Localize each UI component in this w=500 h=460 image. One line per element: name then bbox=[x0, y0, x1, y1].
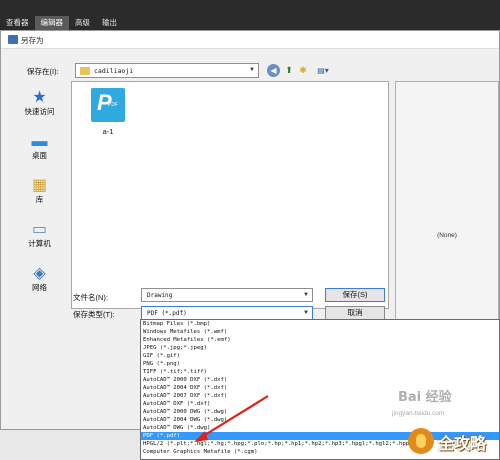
file-name: a-1 bbox=[102, 127, 114, 136]
places-item[interactable]: ▦ 库 bbox=[10, 177, 69, 205]
dialog-title: 另存为 bbox=[21, 36, 44, 45]
app-menu-tabs: 查看器 编辑器 高级 输出 bbox=[0, 16, 123, 30]
logo-mark-icon bbox=[408, 428, 434, 454]
dialog-titlebar: 另存为 bbox=[1, 31, 499, 49]
watermark-text: Bai 经验 bbox=[398, 390, 452, 405]
lookin-label: 保存在(I): bbox=[27, 67, 59, 76]
lookin-value: cadiliaoji bbox=[94, 67, 134, 75]
chevron-down-icon: ▼ bbox=[249, 67, 255, 73]
filename-input[interactable]: Drawing ▼ bbox=[141, 288, 313, 302]
places-item-label: 桌面 bbox=[32, 151, 47, 160]
app-icon bbox=[8, 35, 18, 44]
filetype-option[interactable]: JPEG (*.jpg;*.jpeg) bbox=[141, 344, 499, 352]
filename-label: 文件名(N): bbox=[73, 293, 108, 302]
star-icon: ★ bbox=[32, 89, 47, 106]
computer-icon: ▭ bbox=[31, 221, 48, 238]
places-item-label: 网络 bbox=[32, 283, 47, 292]
filetype-option[interactable]: Bitmap Files (*.bmp) bbox=[141, 320, 499, 328]
views-menu-icon[interactable]: ▤▾ bbox=[313, 64, 333, 77]
network-icon: ◈ bbox=[33, 265, 46, 282]
watermark-logo: 全攻略 bbox=[408, 424, 500, 458]
save-button[interactable]: 保存(S) bbox=[325, 288, 385, 302]
filetype-option[interactable]: Windows Metafiles (*.wmf) bbox=[141, 328, 499, 336]
library-icon: ▦ bbox=[31, 177, 48, 194]
filetype-option[interactable]: TIFF (*.tif;*.tiff) bbox=[141, 368, 499, 376]
logo-text: 全攻略 bbox=[438, 436, 487, 453]
places-item-label: 快速访问 bbox=[24, 107, 55, 116]
filetype-option[interactable]: GIF (*.gif) bbox=[141, 352, 499, 360]
file-list[interactable]: P PDF a-1 bbox=[71, 81, 389, 309]
new-folder-icon[interactable]: ✱ bbox=[297, 64, 309, 77]
filetype-label: 保存类型(T): bbox=[73, 310, 115, 319]
filetype-value: PDF (*.pdf) bbox=[147, 310, 187, 317]
filetype-option[interactable]: AutoCAD™ 2000 DXF (*.dxf) bbox=[141, 376, 499, 384]
filetype-option[interactable]: AutoCAD™ 2004 DWG (*.dwg) bbox=[141, 416, 499, 424]
lookin-combobox[interactable]: cadiliaoji ▼ bbox=[75, 63, 259, 78]
preview-text: (None) bbox=[437, 232, 457, 239]
places-item-label: 计算机 bbox=[28, 239, 51, 248]
places-item-label: 库 bbox=[35, 195, 44, 204]
filetype-combobox[interactable]: PDF (*.pdf) ▼ bbox=[141, 306, 313, 320]
chevron-down-icon[interactable]: ▼ bbox=[303, 292, 309, 298]
up-folder-icon[interactable]: ⬆ bbox=[283, 64, 295, 77]
places-bar: ★ 快速访问 ▬ 桌面 ▦ 库 ▭ 计算机 ◈ 网络 bbox=[10, 81, 69, 309]
places-item[interactable]: ◈ 网络 bbox=[10, 265, 69, 293]
menu-tab[interactable]: 输出 bbox=[96, 16, 123, 30]
places-item[interactable]: ▭ 计算机 bbox=[10, 221, 69, 249]
chevron-down-icon[interactable]: ▼ bbox=[303, 310, 309, 316]
places-item[interactable]: ★ 快速访问 bbox=[10, 89, 69, 117]
menu-tab[interactable]: 查看器 bbox=[0, 16, 35, 30]
places-item[interactable]: ▬ 桌面 bbox=[10, 133, 69, 161]
app-menu-bar: 查看器 编辑器 高级 输出 bbox=[0, 0, 500, 30]
pdf-badge: PDF bbox=[108, 102, 118, 108]
filetype-option[interactable]: PNG (*.png) bbox=[141, 360, 499, 368]
filename-value: Drawing bbox=[147, 292, 173, 299]
back-icon[interactable]: ◀ bbox=[267, 64, 280, 77]
folder-icon bbox=[80, 67, 90, 75]
watermark-url: jingyan.baidu.com bbox=[392, 410, 445, 417]
filetype-option[interactable]: Enhanced Metafiles (*.emf) bbox=[141, 336, 499, 344]
cancel-button[interactable]: 取消 bbox=[325, 306, 385, 320]
file-item[interactable]: P PDF a-1 bbox=[86, 88, 130, 136]
menu-tab[interactable]: 高级 bbox=[69, 16, 96, 30]
desktop-icon: ▬ bbox=[31, 133, 48, 150]
pdf-file-icon: P PDF bbox=[91, 88, 125, 122]
filetype-option[interactable]: AutoCAD™ 2000 DWG (*.dwg) bbox=[141, 408, 499, 416]
menu-tab[interactable]: 编辑器 bbox=[34, 16, 69, 30]
